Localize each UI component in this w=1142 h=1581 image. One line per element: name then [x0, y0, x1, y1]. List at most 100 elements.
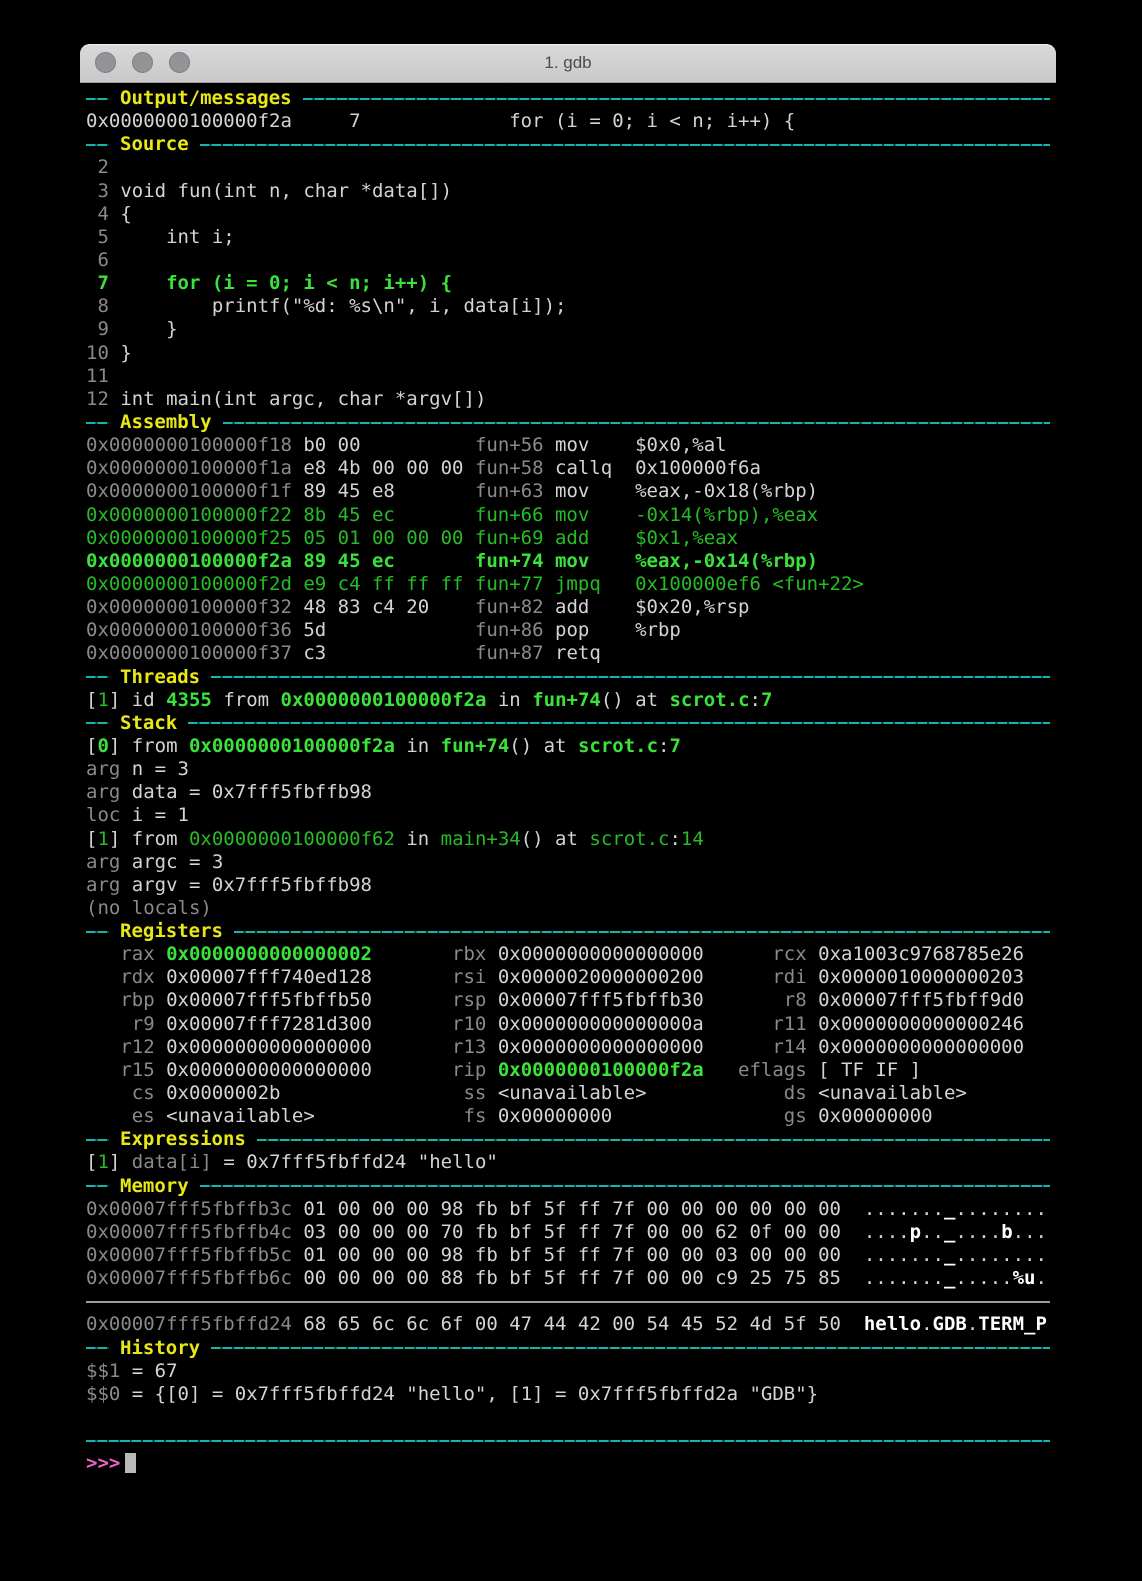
output-line: 0x0000000100000f2a 7 for (i = 0; i < n; …	[86, 110, 1050, 133]
section-label: Output/messages	[120, 87, 292, 109]
text-segment: 89 45 e8	[291, 480, 475, 503]
text-segment: loc	[86, 804, 121, 827]
text-segment: 5d	[291, 619, 475, 642]
thread-1: [1] id 4355 from 0x0000000100000f2a in f…	[86, 689, 1050, 712]
text-segment: i = 1	[120, 804, 189, 827]
text-segment: mov $0x0,%al	[543, 434, 727, 457]
text-segment: = {[0] = 0x7fff5fbffd24 "hello", [1] = 0…	[120, 1382, 819, 1405]
text-segment: fun+56	[474, 434, 544, 457]
text-segment: scrot.c	[577, 734, 659, 757]
text-cursor[interactable]	[125, 1453, 137, 1474]
divider-dash-icon	[86, 1185, 109, 1188]
text-segment: 68 65 6c 6c 6f 00 47 44 42 00 54 45 52 4…	[291, 1313, 864, 1336]
text-segment: [	[86, 734, 98, 757]
text-segment: }	[108, 318, 178, 341]
text-segment: ]	[108, 1151, 132, 1174]
text-segment: _	[943, 1197, 956, 1220]
text-segment: ss	[280, 1082, 498, 1105]
asm-line-fun58: 0x0000000100000f1a e8 4b 00 00 00 fun+58…	[86, 457, 1050, 480]
text-segment: ] from	[108, 734, 189, 757]
text-segment: 0x0000002b	[166, 1082, 281, 1105]
text-segment: rax	[86, 943, 167, 966]
source-line-9: 9 }	[86, 318, 1050, 341]
section-output-messages: Output/messages	[86, 87, 1050, 110]
text-segment: ....	[955, 1220, 1002, 1243]
divider-dash-icon	[188, 722, 1050, 725]
command-prompt[interactable]: >>>	[86, 1452, 1050, 1475]
text-segment: fun+74	[532, 688, 601, 711]
text-segment: argv = 0x7fff5fbffb98	[120, 873, 372, 896]
text-segment: 0x0000000100000f18	[86, 434, 292, 457]
text-segment: 0x00000000	[497, 1105, 613, 1128]
section-history: History	[86, 1337, 1050, 1360]
divider-line	[86, 1300, 1050, 1303]
text-segment: .	[1035, 1267, 1047, 1290]
text-segment: in	[394, 734, 441, 757]
text-segment: fs	[314, 1105, 498, 1128]
text-segment: b0 00	[291, 434, 475, 457]
text-segment: ..	[921, 1220, 944, 1243]
text-segment: r13	[371, 1035, 498, 1058]
text-segment: ] from	[108, 827, 189, 850]
text-segment: 0x000000000000000a	[497, 1012, 704, 1035]
source-line-4: 4 {	[86, 203, 1050, 226]
source-line-3: 3 void fun(int n, char *data[])	[86, 180, 1050, 203]
text-segment: main+34	[440, 827, 521, 850]
section-label: Assembly	[120, 410, 212, 433]
text-segment: 2	[86, 156, 109, 179]
section-expressions: Expressions	[86, 1128, 1050, 1151]
text-segment: r9	[86, 1012, 167, 1035]
text-segment: 0x00007fff5fbffb3c	[86, 1197, 292, 1220]
text-segment: cs	[86, 1082, 167, 1105]
section-memory: Memory	[86, 1175, 1050, 1198]
text-segment: 0x0000000000000002	[166, 943, 372, 966]
text-segment: 1	[97, 1151, 109, 1174]
text-segment: r12	[86, 1035, 167, 1058]
history-1: $$1 = 67	[86, 1360, 1050, 1383]
reg-row-6: r15 0x0000000000000000 rip 0x00000001000…	[86, 1059, 1050, 1082]
asm-line-fun74-current: 0x0000000100000f2a 89 45 ec fun+74 mov %…	[86, 550, 1050, 573]
text-segment: fun+87	[474, 642, 544, 665]
text-segment: 7	[669, 734, 681, 757]
text-segment: void fun(int n, char *data[])	[108, 179, 453, 202]
divider-dash-icon	[211, 1347, 1050, 1350]
section-label: Stack	[120, 711, 178, 734]
section-label: Registers	[120, 920, 223, 943]
reg-row-8: es <unavailable> fs 0x00000000 gs 0x0000…	[86, 1105, 1050, 1128]
text-segment: ........	[955, 1244, 1047, 1267]
text-segment: 0x0000000100000f2a	[497, 1058, 704, 1081]
text-segment: rip	[371, 1058, 498, 1081]
text-segment: 0x00007fff5fbffb4c	[86, 1220, 292, 1243]
text-segment: %u	[1012, 1267, 1036, 1290]
text-segment: 8	[86, 295, 109, 318]
text-segment: _	[943, 1244, 956, 1267]
text-segment: eflags	[703, 1058, 819, 1081]
source-line-5: 5 int i;	[86, 226, 1050, 249]
text-segment: 0x0000000100000f2d e9 c4 ff ff ff fun+77…	[86, 572, 864, 595]
memory-row-5: 0x00007fff5fbffd24 68 65 6c 6c 6f 00 47 …	[86, 1313, 1050, 1336]
section-label: Expressions	[120, 1128, 246, 1151]
text-segment: 0x0000000100000f62	[188, 827, 395, 850]
text-segment: 0x00007fff5fbffb6c	[86, 1267, 292, 1290]
text-segment: = 0x7fff5fbffd24 "hello"	[211, 1151, 498, 1174]
terminal-screen[interactable]: Output/messages 0x0000000100000f2a 7 for …	[80, 83, 1056, 1516]
divider-dash-icon	[86, 676, 109, 679]
text-segment: 01 00 00 00 98 fb bf 5f ff 7f 00 00 00 0…	[291, 1197, 864, 1220]
text-segment: 0xa1003c9768785e26	[818, 943, 1025, 966]
text-segment: _	[943, 1267, 956, 1290]
text-segment: fun+86	[474, 619, 544, 642]
text-segment: () at	[520, 827, 590, 850]
section-stack: Stack	[86, 712, 1050, 735]
text-segment: 0x0000000100000f32	[86, 596, 292, 619]
text-segment: $$1	[86, 1359, 121, 1382]
text-segment: 0x00007fff5fbff9d0	[818, 989, 1025, 1012]
text-segment: int main(int argc, char *argv[])	[108, 387, 487, 410]
text-segment: 0x0000010000000203	[818, 966, 1025, 989]
text-segment: 03 00 00 00 70 fb bf 5f ff 7f 00 00 62 0…	[291, 1220, 864, 1243]
text-segment: 48 83 c4 20	[291, 596, 475, 619]
source-line-12: 12 int main(int argc, char *argv[])	[86, 388, 1050, 411]
stack-arg-n: arg n = 3	[86, 758, 1050, 781]
asm-line-fun82: 0x0000000100000f32 48 83 c4 20 fun+82 ad…	[86, 596, 1050, 619]
text-segment: 0x0000000100000f1a	[86, 457, 292, 480]
